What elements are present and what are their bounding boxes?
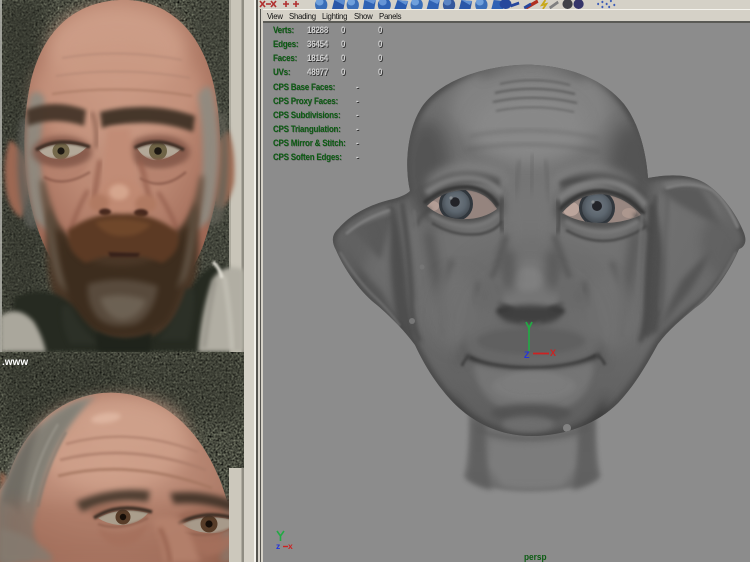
svg-text:z: z — [276, 541, 280, 551]
svg-text:X: X — [550, 348, 556, 358]
svg-text:x: x — [288, 541, 293, 551]
svg-text:Z: Z — [524, 350, 530, 360]
